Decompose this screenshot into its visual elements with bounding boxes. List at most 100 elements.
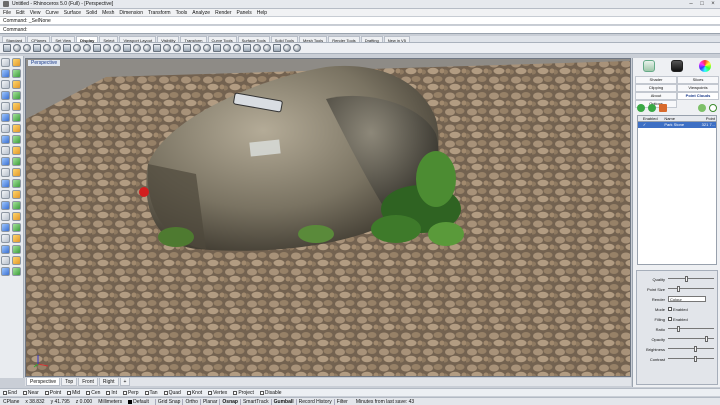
properties-icon[interactable] [12, 267, 21, 276]
setting-slider[interactable] [668, 276, 714, 282]
osnap-quad[interactable]: Quad [163, 390, 181, 396]
osnap-point[interactable]: Point [44, 390, 61, 396]
shade-icon[interactable] [103, 44, 111, 52]
panel-tab-about[interactable]: About [635, 92, 677, 100]
osnap-perp[interactable]: Perp [122, 390, 139, 396]
menu-item-curve[interactable]: Curve [45, 10, 58, 16]
array-icon[interactable] [12, 201, 21, 210]
menu-item-mesh[interactable]: Mesh [102, 10, 114, 16]
toggle-record-history[interactable]: Record History [295, 398, 334, 405]
checkbox[interactable] [668, 317, 672, 321]
command-input[interactable]: Command: [0, 26, 720, 34]
panel-tab-viewpoints[interactable]: Viewpoints [677, 84, 719, 92]
units-label[interactable]: Millimeters [98, 399, 122, 405]
toolbar-tab-viewport-layout[interactable]: Viewport Layout [119, 36, 157, 43]
menu-item-edit[interactable]: Edit [16, 10, 25, 16]
toolbar-tab-standard[interactable]: Standard [2, 36, 27, 43]
toolbar-tab-curve-tools[interactable]: Curve Tools [207, 36, 237, 43]
polyline-icon[interactable] [12, 69, 21, 78]
camera-icon[interactable] [133, 44, 141, 52]
link-icon[interactable] [698, 104, 706, 112]
loft-icon[interactable] [12, 135, 21, 144]
osnap-vertex[interactable]: Vertex [208, 390, 227, 396]
zoom-icon[interactable] [233, 44, 241, 52]
revolve-icon[interactable] [12, 146, 21, 155]
toolbar-tab-mesh-tools[interactable]: Mesh Tools [299, 36, 328, 43]
setting-checkbox[interactable]: Enabled [668, 317, 688, 322]
text-icon[interactable] [1, 113, 10, 122]
ghosted-icon[interactable] [273, 44, 281, 52]
bump-icon[interactable] [203, 44, 211, 52]
osnap-checkbox[interactable] [44, 390, 49, 395]
setting-checkbox[interactable]: Enabled [668, 307, 688, 312]
select-icon[interactable] [1, 58, 10, 67]
panel-tab-shader[interactable]: Shader [635, 76, 677, 84]
trim-icon[interactable] [1, 212, 10, 221]
menu-item-surface[interactable]: Surface [64, 10, 81, 16]
osnap-checkbox[interactable] [122, 390, 127, 395]
environment-icon[interactable] [153, 44, 161, 52]
circle-icon[interactable] [1, 91, 10, 100]
tube-icon[interactable] [73, 44, 81, 52]
split-icon[interactable] [12, 212, 21, 221]
osnap-cen[interactable]: Cen [86, 390, 100, 396]
slider-knob[interactable] [704, 336, 708, 342]
menu-item-render[interactable]: Render [215, 10, 231, 16]
checkbox[interactable] [668, 307, 672, 311]
osnap-knot[interactable]: Knot [186, 390, 202, 396]
layer-icon[interactable] [1, 267, 10, 276]
column-header[interactable]: Name [664, 116, 695, 121]
polygon-icon[interactable] [12, 102, 21, 111]
maximize-button[interactable]: □ [697, 1, 707, 8]
toolbar-tab-set-view[interactable]: Set View [51, 36, 76, 43]
setting-slider[interactable] [668, 336, 714, 342]
move-icon[interactable] [1, 179, 10, 188]
osnap-checkbox[interactable] [259, 390, 264, 395]
boolean-icon[interactable] [1, 168, 10, 177]
mirror-icon[interactable] [1, 201, 10, 210]
menu-item-view[interactable]: View [30, 10, 41, 16]
extend-icon[interactable] [1, 124, 10, 133]
sweep-icon[interactable] [1, 146, 10, 155]
osnap-checkbox[interactable] [144, 390, 149, 395]
arc-icon[interactable] [12, 80, 21, 89]
rendered-icon[interactable] [293, 44, 301, 52]
copy-icon[interactable] [12, 179, 21, 188]
column-header[interactable]: Enabled [643, 116, 664, 121]
panel-tab-slices[interactable]: Slices [677, 76, 719, 84]
menu-item-dimension[interactable]: Dimension [119, 10, 143, 16]
view-tab-front[interactable]: Front [78, 378, 98, 386]
print-icon[interactable] [223, 44, 231, 52]
toolbar-tab-cplanes[interactable]: CPlanes [27, 36, 51, 43]
fillet-icon[interactable] [12, 113, 21, 122]
render-icon[interactable] [12, 256, 21, 265]
texture-icon[interactable] [183, 44, 191, 52]
box-icon[interactable] [13, 44, 21, 52]
column-header[interactable]: Point [696, 116, 717, 121]
mesh-icon[interactable] [12, 168, 21, 177]
decal-icon[interactable] [193, 44, 201, 52]
cone-icon[interactable] [33, 44, 41, 52]
toggle-osnap[interactable]: Osnap [219, 398, 240, 405]
hatch-icon[interactable] [1, 245, 10, 254]
perspective-viewport[interactable]: Perspective [25, 58, 631, 377]
pan-icon[interactable] [243, 44, 251, 52]
rotate-icon[interactable] [253, 44, 261, 52]
curve-icon[interactable] [1, 80, 10, 89]
sphere-solid-icon[interactable] [12, 157, 21, 166]
osnap-end[interactable]: End [3, 390, 17, 396]
toggle-ortho[interactable]: Ortho [182, 398, 200, 405]
search-icon[interactable] [709, 104, 717, 112]
scale-icon[interactable] [12, 190, 21, 199]
box-solid-icon[interactable] [1, 157, 10, 166]
setting-slider[interactable] [668, 326, 714, 332]
osnap-checkbox[interactable] [233, 390, 238, 395]
setting-slider[interactable] [668, 286, 714, 292]
osnap-checkbox[interactable] [186, 390, 191, 395]
ellipsoid-icon[interactable] [53, 44, 61, 52]
osnap-checkbox[interactable] [106, 390, 111, 395]
toolbar-tab-visibility[interactable]: Visibility [157, 36, 180, 43]
osnap-project[interactable]: Project [233, 390, 254, 396]
minimize-button[interactable]: – [686, 1, 696, 8]
panel-tab-clipping[interactable]: Clipping [635, 84, 677, 92]
